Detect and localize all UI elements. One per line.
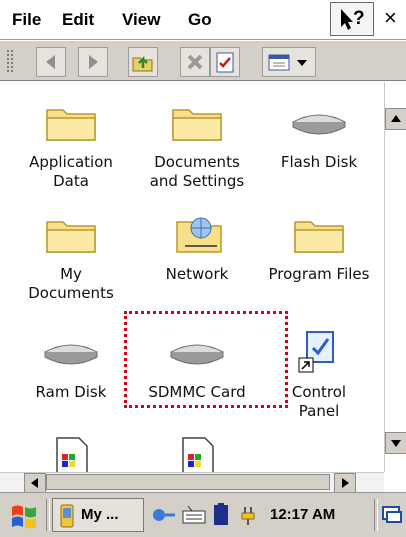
menu-edit[interactable]: Edit xyxy=(62,10,94,30)
delete-icon xyxy=(187,54,203,70)
item-label: Documents and Settings xyxy=(149,153,245,190)
up-folder-button[interactable] xyxy=(128,47,158,77)
menu-go[interactable]: Go xyxy=(188,10,212,30)
close-icon: × xyxy=(384,5,397,30)
properties-button[interactable] xyxy=(210,47,240,77)
highlight-box xyxy=(124,311,288,408)
battery-icon xyxy=(214,503,228,525)
windows-switch-icon xyxy=(382,506,402,523)
taskbar-window-label: My ... xyxy=(81,506,119,523)
battery-icon[interactable] xyxy=(210,501,232,529)
item-ram-disk[interactable]: Ram Disk xyxy=(6,330,136,402)
item-label: Flash Disk xyxy=(280,153,358,171)
file-list: Application Data Documents and Settings … xyxy=(0,82,384,472)
back-icon xyxy=(46,55,55,69)
up-folder-icon xyxy=(132,55,153,72)
horizontal-scrollbar[interactable] xyxy=(0,472,384,493)
control-panel-icon xyxy=(298,331,334,373)
vertical-scrollbar[interactable] xyxy=(384,82,406,472)
scroll-right-button[interactable] xyxy=(334,473,356,493)
start-button[interactable] xyxy=(6,499,42,531)
item-documents-and-settings[interactable]: Documents and Settings xyxy=(132,100,262,191)
taskbar-window-button[interactable]: My ... xyxy=(52,498,144,532)
item-application-data[interactable]: Application Data xyxy=(6,100,136,191)
network-folder-icon xyxy=(176,217,222,253)
folder-icon xyxy=(46,221,96,253)
folder-icon xyxy=(172,109,222,141)
power-plug-icon[interactable] xyxy=(236,501,264,529)
menu-bar: File Edit View Go ? × xyxy=(0,0,406,40)
pda-icon xyxy=(60,504,74,528)
back-button[interactable] xyxy=(36,47,66,77)
right-arrow-icon xyxy=(342,478,349,488)
item-label: Network xyxy=(165,265,229,283)
down-arrow-icon xyxy=(391,440,401,447)
forward-icon xyxy=(89,55,98,69)
item-label: My Documents xyxy=(28,265,114,302)
item-network[interactable]: Network xyxy=(132,212,262,284)
network-tray-icon xyxy=(153,509,175,521)
menu-file[interactable]: File xyxy=(12,10,41,30)
power-plug-icon xyxy=(241,507,255,525)
view-icon xyxy=(268,54,307,71)
keyboard-icon[interactable] xyxy=(180,501,208,529)
scroll-left-button[interactable] xyxy=(24,473,46,493)
item-label: Program Files xyxy=(268,265,370,283)
toolbar-grip[interactable] xyxy=(6,49,14,73)
folder-icon xyxy=(294,221,344,253)
left-arrow-icon xyxy=(31,478,38,488)
windows-flag-icon xyxy=(12,505,36,529)
keyboard-icon xyxy=(182,505,206,524)
item-document-1[interactable] xyxy=(6,434,136,472)
delete-button[interactable] xyxy=(180,47,210,77)
disk-icon xyxy=(43,344,99,365)
help-question-mark: ? xyxy=(353,8,365,29)
clock[interactable]: 12:17 AM xyxy=(270,506,335,523)
desktop-icon[interactable] xyxy=(380,501,404,529)
item-flash-disk[interactable]: Flash Disk xyxy=(254,100,384,172)
toolbar xyxy=(0,41,406,81)
network-tray-icon[interactable] xyxy=(150,501,178,529)
folder-icon xyxy=(46,109,96,141)
item-label: Application Data xyxy=(29,153,113,190)
item-my-documents[interactable]: My Documents xyxy=(6,212,136,303)
help-button[interactable]: ? xyxy=(330,2,374,36)
menu-view[interactable]: View xyxy=(122,10,160,30)
item-label: Ram Disk xyxy=(35,383,107,401)
taskbar: My ... 12:17 AM xyxy=(0,492,406,537)
scroll-up-button[interactable] xyxy=(385,108,406,130)
taskbar-divider xyxy=(374,499,378,531)
scroll-down-button[interactable] xyxy=(385,432,406,454)
item-document-2[interactable] xyxy=(132,434,262,472)
document-icon xyxy=(182,437,214,472)
up-arrow-icon xyxy=(391,115,401,122)
document-icon xyxy=(56,437,88,472)
close-button[interactable]: × xyxy=(378,2,406,36)
taskbar-divider xyxy=(46,499,50,531)
view-button[interactable] xyxy=(262,47,316,77)
disk-icon xyxy=(291,114,347,135)
properties-icon xyxy=(216,52,234,73)
horizontal-scroll-thumb[interactable] xyxy=(46,474,330,490)
item-program-files[interactable]: Program Files xyxy=(254,212,384,284)
forward-button[interactable] xyxy=(78,47,108,77)
